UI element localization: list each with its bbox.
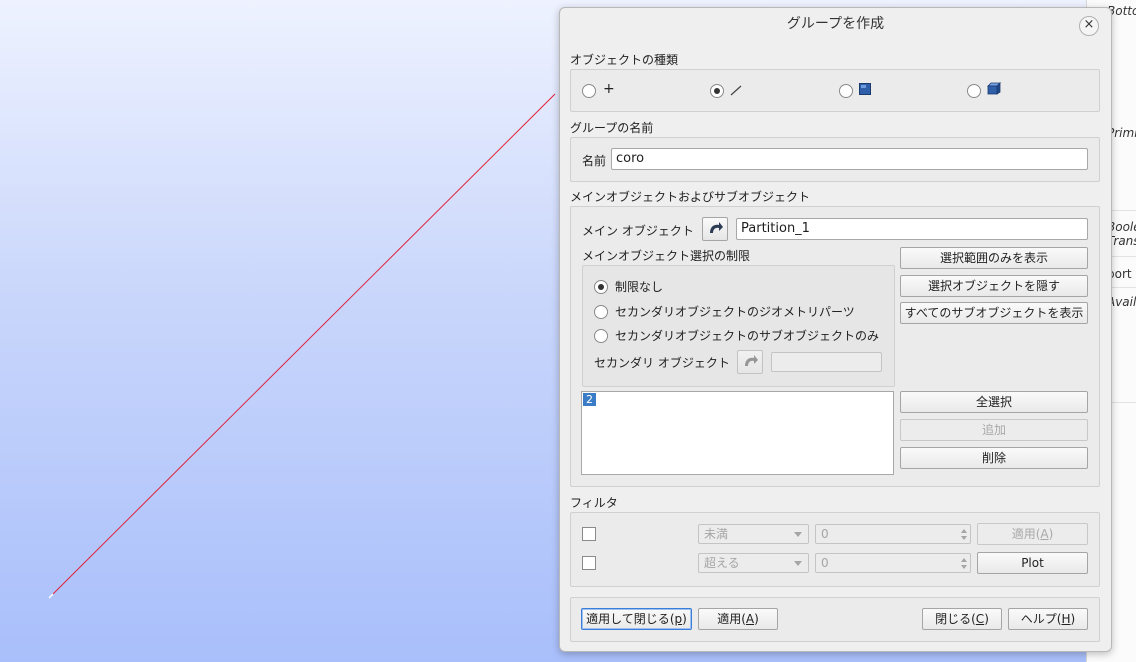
shortcut-key: A <box>1040 527 1049 541</box>
footer-group: 適用して閉じる(p) 適用(A) 閉じる(C) ヘルプ(H) <box>570 597 1100 642</box>
label-part: 閉じる( <box>935 612 976 626</box>
label-part: ヘルプ( <box>1020 612 1062 626</box>
filter-value-less[interactable]: 0 <box>815 524 971 544</box>
group-name-group: 名前 coro <box>570 137 1100 182</box>
filter-less-checkbox[interactable] <box>582 527 596 541</box>
radio-geometry-parts[interactable] <box>594 305 608 319</box>
filter-operator-greater[interactable]: 超える <box>698 553 809 573</box>
arrow-select-icon <box>710 222 723 233</box>
shortcut-key: C <box>975 612 985 626</box>
label-part: ) <box>1070 612 1076 626</box>
operator-label: 超える <box>704 556 740 570</box>
filter-apply-button[interactable]: 適用(A) <box>977 523 1088 545</box>
spin-value: 0 <box>821 556 829 570</box>
label-part: 適用して閉じる( <box>586 612 675 626</box>
secondary-object-input[interactable] <box>771 352 882 372</box>
restriction-group: 制限なし セカンダリオブジェクトのジオメトリパーツ セカンダリオブジェクトのサブ… <box>582 265 895 387</box>
face-icon <box>859 83 871 95</box>
filter-value-greater[interactable]: 0 <box>815 553 971 573</box>
radio-point[interactable] <box>582 84 596 98</box>
label-part: ) <box>984 612 989 626</box>
label-part: ) <box>682 612 687 626</box>
radio-sub-objects-only[interactable] <box>594 329 608 343</box>
restriction-geometry-label: セカンダリオブジェクトのジオメトリパーツ <box>615 305 855 319</box>
shortcut-key: H <box>1061 612 1071 626</box>
spin-value: 0 <box>821 527 829 541</box>
main-object-select-button[interactable] <box>702 217 728 241</box>
filter-greater-checkbox[interactable] <box>582 556 596 570</box>
select-all-button[interactable]: 全選択 <box>900 391 1088 413</box>
label-part: 適用( <box>717 612 746 626</box>
secondary-object-select-button[interactable] <box>737 350 763 374</box>
remove-button[interactable]: 削除 <box>900 447 1088 469</box>
list-item[interactable]: 2 <box>583 393 596 406</box>
filter-title: フィルタ <box>570 496 618 510</box>
radio-solid[interactable] <box>967 84 981 98</box>
main-sub-title: メインオブジェクトおよびサブオブジェクト <box>570 190 811 204</box>
restriction-sub-label: セカンダリオブジェクトのサブオブジェクトのみ <box>615 329 880 343</box>
radio-edge[interactable] <box>710 84 724 98</box>
operator-label: 未満 <box>704 527 729 541</box>
shortcut-key: A <box>745 612 755 626</box>
edge-vertex <box>48 593 54 599</box>
apply-and-close-button[interactable]: 適用して閉じる(p) <box>581 608 692 630</box>
sub-object-list[interactable]: 2 <box>581 391 894 475</box>
shortcut-key: p <box>674 612 683 626</box>
restriction-title: メインオブジェクト選択の制限 <box>582 249 751 263</box>
arrow-select-icon <box>745 355 758 366</box>
point-icon: + <box>603 81 615 97</box>
object-type-group: + <box>570 69 1100 112</box>
label-part: ) <box>754 612 759 626</box>
name-label: 名前 <box>582 154 607 168</box>
dialog-title: グループを作成 <box>786 16 885 32</box>
close-icon[interactable]: × <box>1079 16 1099 36</box>
radio-face[interactable] <box>839 84 853 98</box>
close-button[interactable]: 閉じる(C) <box>922 608 1002 630</box>
restriction-none-label: 制限なし <box>615 280 664 294</box>
hide-selected-button[interactable]: 選択オブジェクトを隠す <box>900 275 1088 297</box>
main-object-label: メイン オブジェクト <box>582 224 694 238</box>
solid-icon <box>987 82 1001 95</box>
add-button[interactable]: 追加 <box>900 419 1088 441</box>
apply-button[interactable]: 適用(A) <box>698 608 778 630</box>
object-type-title: オブジェクトの種類 <box>570 53 679 67</box>
help-button[interactable]: ヘルプ(H) <box>1008 608 1088 630</box>
group-name-title: グループの名前 <box>570 121 654 135</box>
show-all-sub-objects-button[interactable]: すべてのサブオブジェクトを表示 <box>900 302 1088 324</box>
filter-group: 未満 0 適用(A) 超える 0 Plot <box>570 512 1100 587</box>
group-name-input[interactable]: coro <box>611 148 1088 170</box>
edge-line[interactable] <box>52 93 556 595</box>
label-part: ) <box>1048 527 1054 541</box>
show-selected-only-button[interactable]: 選択範囲のみを表示 <box>900 247 1088 269</box>
main-sub-group: メイン オブジェクト Partition_1 メインオブジェクト選択の制限 制限… <box>570 206 1100 487</box>
radio-no-restriction[interactable] <box>594 280 608 294</box>
edge-icon <box>730 85 742 96</box>
main-object-input[interactable]: Partition_1 <box>736 218 1088 240</box>
create-group-dialog: グループを作成 × オブジェクトの種類 + グループの名前 名前 coro メイ… <box>559 7 1112 652</box>
label-part: 適用( <box>1011 527 1041 541</box>
secondary-object-label: セカンダリ オブジェクト <box>594 356 730 370</box>
plot-button[interactable]: Plot <box>977 552 1088 574</box>
filter-operator-less[interactable]: 未満 <box>698 524 809 544</box>
